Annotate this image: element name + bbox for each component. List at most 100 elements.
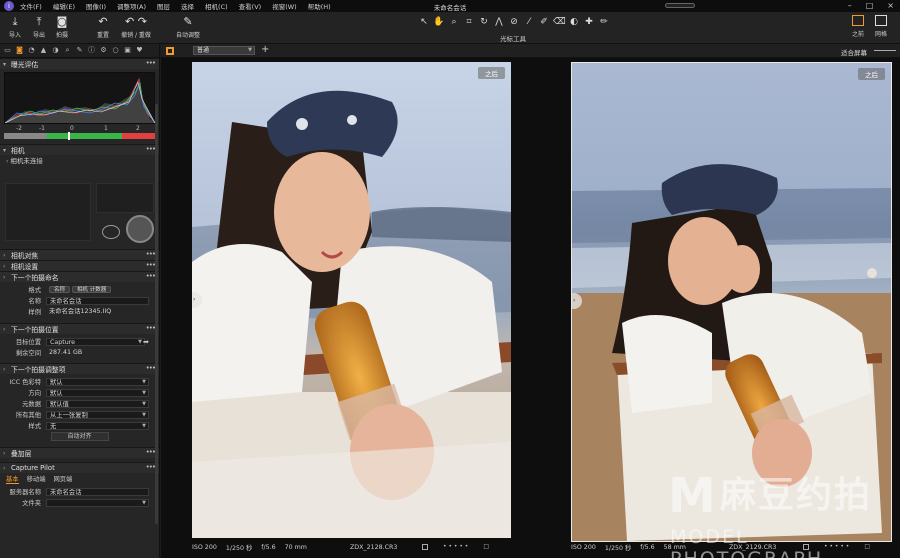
capture-tab-icon[interactable]: ◙ — [15, 46, 24, 55]
zoom-slider[interactable] — [874, 50, 896, 51]
select-checkbox[interactable] — [422, 544, 428, 550]
output-tab-icon[interactable]: ⚙ — [99, 46, 108, 55]
batch-tab-icon[interactable]: ○ — [111, 46, 120, 55]
menu-layers[interactable]: 图层 — [157, 1, 170, 11]
photo-right[interactable]: 之后 › — [571, 62, 892, 542]
more-icon[interactable]: ••• — [146, 59, 156, 67]
heal-icon[interactable]: ✚ — [583, 16, 595, 28]
color-tag-icon[interactable]: □ — [864, 543, 870, 550]
section-capture-pilot[interactable]: › Capture Pilot ••• — [0, 462, 159, 473]
tab-web[interactable]: 网页端 — [53, 474, 72, 483]
section-camera-settings[interactable]: › 相机设置 ••• — [0, 260, 159, 271]
details-tab-icon[interactable]: ⌕ — [63, 46, 72, 55]
adjust-select-orientation[interactable]: 默认 ▼ — [46, 388, 149, 397]
section-next-capture-adjustments[interactable]: › 下一个拍摄调整项 ••• — [0, 363, 159, 374]
reset-button[interactable]: ↶ 重置 — [91, 15, 115, 39]
brush-icon[interactable]: ✐ — [538, 16, 550, 28]
more-icon[interactable]: ••• — [146, 463, 156, 471]
activity-indicator[interactable] — [665, 3, 695, 8]
before-view-button[interactable]: 之前 — [847, 15, 869, 38]
minimize-icon[interactable]: – — [848, 1, 852, 10]
menu-window[interactable]: 视窗(W) — [272, 1, 297, 11]
more-icon[interactable]: ••• — [146, 272, 156, 280]
more-icon[interactable]: ••• — [146, 364, 156, 372]
favorites-tab-icon[interactable]: ♥ — [135, 46, 144, 55]
section-camera-focus[interactable]: › 相机对焦 ••• — [0, 249, 159, 260]
folder-select[interactable]: ▼ — [46, 498, 149, 507]
adjust-select-metadata[interactable]: 默认值 ▼ — [46, 399, 149, 408]
grid-view-button[interactable]: 网格 — [870, 15, 892, 38]
menu-adjustments[interactable]: 调整项(A) — [117, 1, 146, 11]
export-button[interactable]: ⤒ 导出 — [27, 15, 51, 39]
spot-removal-icon[interactable]: ⊘ — [508, 16, 520, 28]
close-icon[interactable]: × — [887, 1, 894, 10]
menu-view[interactable]: 查看(V) — [239, 1, 262, 11]
eraser-icon[interactable]: ⌫ — [553, 16, 566, 28]
styles-tab-icon[interactable]: ▣ — [123, 46, 132, 55]
server-name-field[interactable]: 未命名会话 — [46, 487, 149, 496]
rating-dots-icon[interactable]: • • • • • — [443, 543, 468, 550]
fit-screen-label[interactable]: 适合屏幕 — [841, 47, 867, 57]
more-icon[interactable]: ••• — [146, 145, 156, 153]
more-icon[interactable]: ••• — [146, 324, 156, 332]
more-icon[interactable]: ••• — [146, 250, 156, 258]
keystone-icon[interactable]: ⋀ — [493, 16, 505, 28]
photo-left[interactable]: 之后 › — [192, 62, 511, 538]
import-button[interactable]: ⤓ 导入 — [3, 15, 27, 39]
adjust-tab-icon[interactable]: ✎ — [75, 46, 84, 55]
zoom-icon[interactable]: ⌕ — [448, 16, 460, 28]
menu-image[interactable]: 图像(I) — [86, 1, 106, 11]
tab-basic[interactable]: 基本 — [6, 474, 19, 484]
tab-mobile[interactable]: 移动端 — [27, 474, 46, 483]
exposure-tab-icon[interactable]: ◑ — [51, 46, 60, 55]
naming-format-field[interactable]: 名称 相机 计数器 — [46, 285, 149, 294]
menu-camera[interactable]: 相机(C) — [205, 1, 228, 11]
menu-file[interactable]: 文件(F) — [20, 1, 42, 11]
undo-redo-button[interactable]: ↶ ↷ 撤销 / 重做 — [118, 15, 154, 39]
browser-grid-icon[interactable] — [166, 47, 174, 55]
more-icon[interactable]: ••• — [146, 261, 156, 269]
app-logo-icon[interactable]: i — [4, 1, 14, 11]
add-icon[interactable]: + — [261, 44, 269, 55]
crop-icon[interactable]: ⌗ — [463, 16, 475, 28]
live-view-button[interactable] — [102, 225, 120, 239]
select-checkbox[interactable] — [803, 544, 809, 550]
maximize-icon[interactable]: □ — [866, 1, 874, 10]
gradient-icon[interactable]: ◐ — [568, 16, 580, 28]
section-overlay[interactable]: › 叠加层 ••• — [0, 447, 159, 458]
adjust-select-icc[interactable]: 默认 ▼ — [46, 377, 149, 386]
collection-select[interactable]: 普通 ▼ — [193, 46, 255, 55]
color-tab-icon[interactable]: ▲ — [39, 46, 48, 55]
color-tag-icon[interactable]: □ — [483, 543, 489, 550]
naming-name-field[interactable]: 未命名会话 — [46, 296, 149, 305]
rotate-icon[interactable]: ↻ — [478, 16, 490, 28]
auto-align-button[interactable]: 自动对齐 — [50, 432, 109, 441]
format-chip-name[interactable]: 名称 — [49, 285, 71, 293]
adjust-select-style[interactable]: 无 ▼ — [46, 421, 149, 430]
section-camera[interactable]: ▾ 相机 ••• — [0, 144, 159, 155]
section-next-capture-location[interactable]: › 下一个拍摄位置 ••• — [0, 323, 159, 334]
capture-button[interactable]: ◙ 拍摄 — [50, 15, 74, 39]
select-cursor-icon[interactable]: ↖ — [418, 16, 430, 28]
lens-tab-icon[interactable]: ◔ — [27, 46, 36, 55]
location-target-select[interactable]: Capture ▼ — [46, 337, 145, 346]
rating-dots-icon[interactable]: • • • • • — [824, 543, 849, 550]
metadata-tab-icon[interactable]: ⓘ — [87, 46, 96, 55]
format-chip-counter[interactable]: 相机 计数器 — [72, 285, 112, 293]
panel-scrollbar[interactable] — [155, 104, 158, 524]
arrow-right-icon[interactable]: ➡ — [143, 338, 149, 346]
pan-hand-icon[interactable]: ✋ — [433, 16, 445, 28]
menu-help[interactable]: 帮助(H) — [308, 1, 331, 11]
adjust-select-others[interactable]: 从上一张复制 ▼ — [46, 410, 149, 419]
annotation-icon[interactable]: ✏ — [598, 16, 610, 28]
shutter-button[interactable] — [126, 215, 154, 243]
auto-adjust-button[interactable]: ✎ 自动调整 — [173, 15, 203, 39]
more-icon[interactable]: ••• — [146, 448, 156, 456]
section-exposure-evaluation[interactable]: ▾ 曝光评估 ••• — [0, 58, 159, 69]
menu-select[interactable]: 选择 — [181, 1, 194, 11]
iso-value: ISO 200 — [571, 543, 596, 551]
section-next-capture-naming[interactable]: › 下一个拍摄命名 ••• — [0, 271, 159, 282]
picker-icon[interactable]: ⁄ — [523, 16, 535, 28]
library-tab-icon[interactable]: ▭ — [3, 46, 12, 55]
menu-edit[interactable]: 编辑(E) — [53, 1, 75, 11]
